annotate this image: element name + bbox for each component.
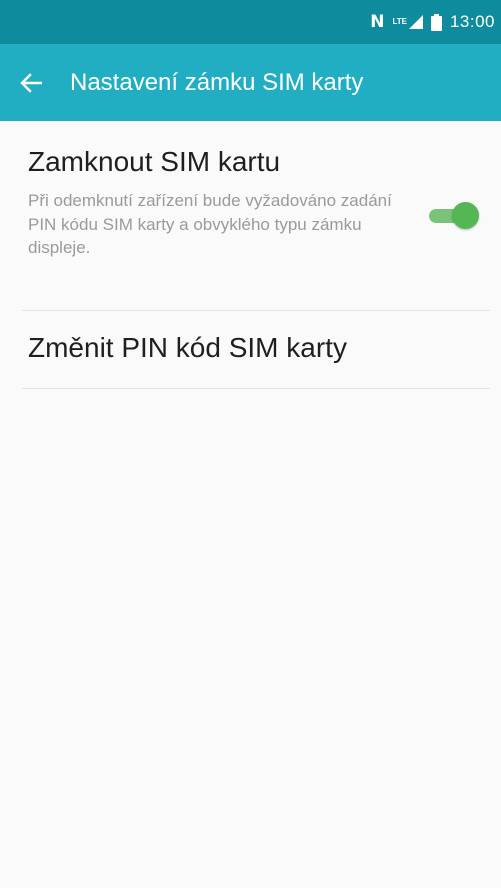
app-bar: Nastavení zámku SIM karty — [0, 44, 501, 121]
lock-sim-description: Při odemknutí zařízení bude vyžadováno z… — [28, 191, 392, 257]
back-button[interactable] — [0, 44, 62, 121]
page-title: Nastavení zámku SIM karty — [70, 68, 364, 96]
lock-sim-toggle[interactable] — [427, 201, 481, 231]
change-pin-row[interactable]: Změnit PIN kód SIM karty — [0, 311, 501, 388]
status-icons: N LTE 13:00 — [370, 0, 495, 44]
settings-list: Zamknout SIM kartu Při odemknutí zařízen… — [0, 121, 501, 389]
battery-icon — [430, 13, 442, 31]
status-bar: N LTE 13:00 — [0, 0, 501, 44]
network-indicator: LTE — [392, 15, 423, 29]
network-label: LTE — [392, 17, 407, 26]
lock-sim-title: Zamknout SIM kartu — [28, 146, 281, 177]
toggle-thumb — [452, 202, 479, 229]
nfc-icon: N — [370, 11, 385, 32]
arrow-left-icon — [20, 72, 42, 93]
signal-icon — [408, 15, 423, 29]
divider — [22, 388, 490, 389]
change-pin-title: Změnit PIN kód SIM karty — [28, 332, 347, 363]
screen: N LTE 13:00 Nastavení zámku SIM karty Za… — [0, 0, 501, 888]
lock-sim-row[interactable]: Zamknout SIM kartu Při odemknutí zařízen… — [0, 121, 501, 311]
status-time: 13:00 — [449, 12, 495, 31]
